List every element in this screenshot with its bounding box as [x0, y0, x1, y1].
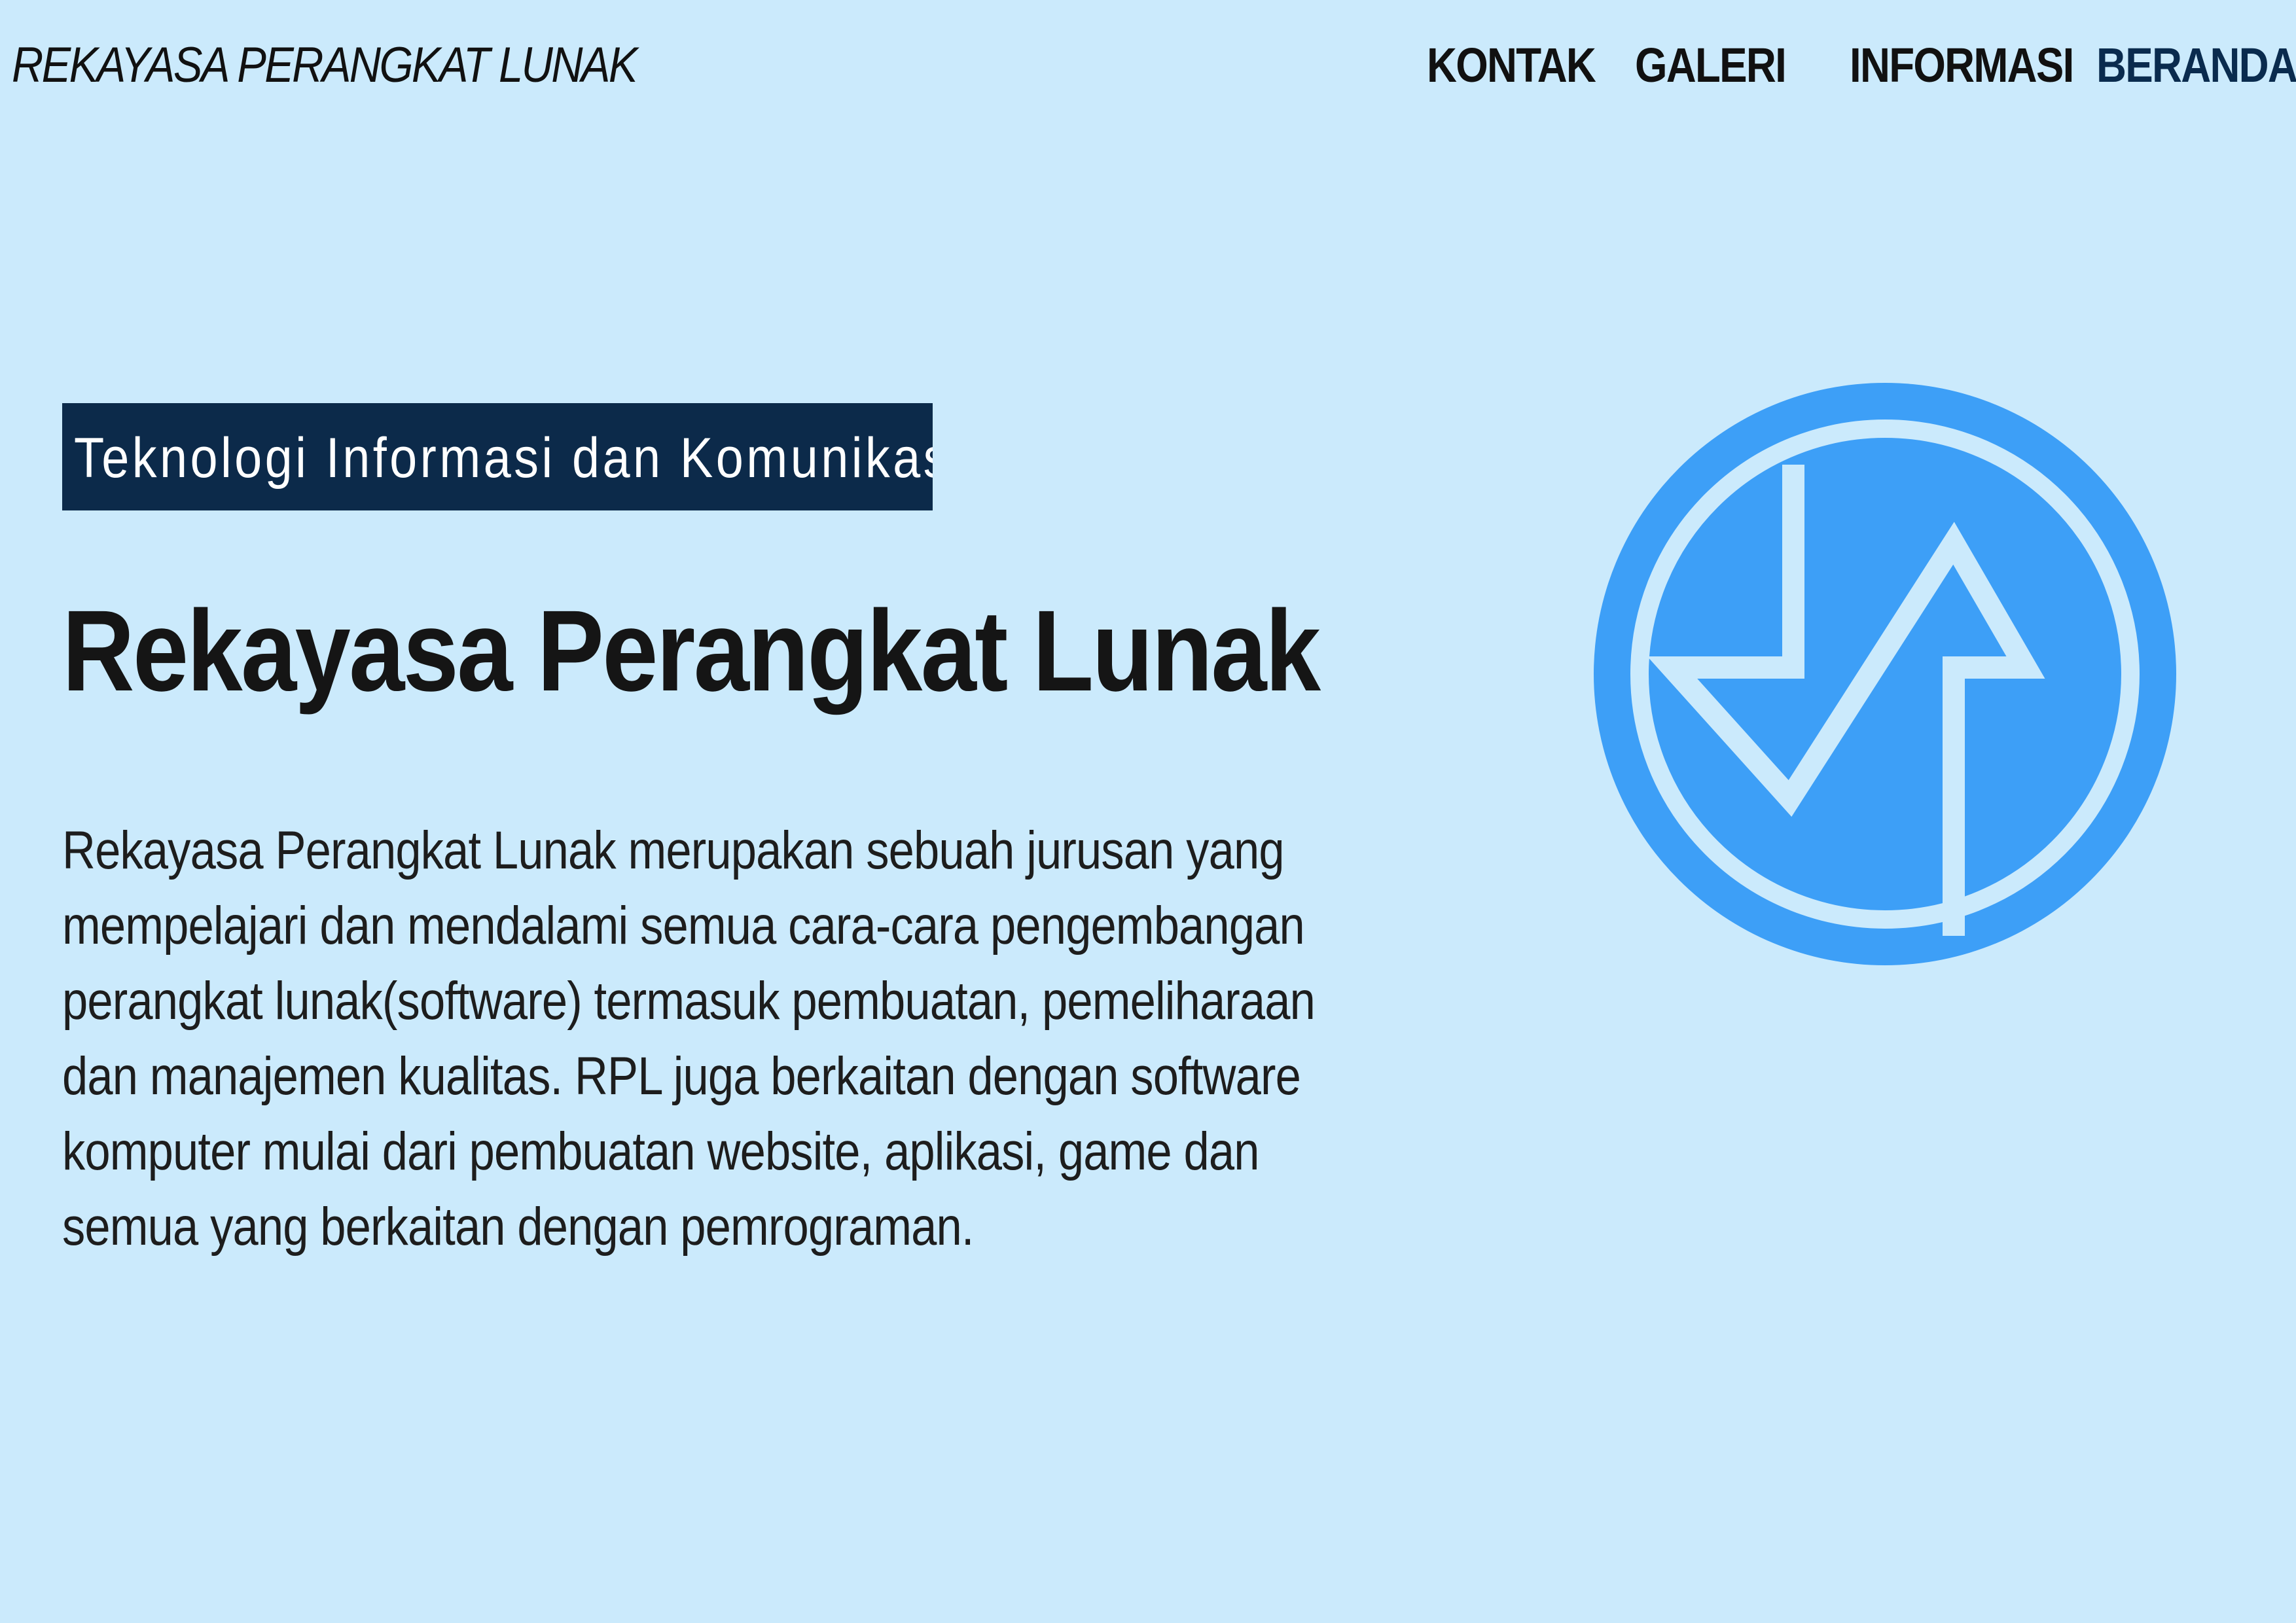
nav-informasi[interactable]: INFORMASI — [1850, 34, 2074, 97]
program-description: Rekayasa Perangkat Lunak merupakan sebua… — [62, 821, 1316, 1257]
nav-galeri[interactable]: GALERI — [1635, 34, 1787, 97]
category-badge-label: Teknologi Informasi dan Komunikasi — [74, 427, 933, 490]
main-navigation: KONTAK GALERI INFORMASI BERANDA — [1419, 34, 2296, 99]
category-badge: Teknologi Informasi dan Komunikasi — [62, 403, 933, 510]
nav-beranda[interactable]: BERANDA — [2096, 34, 2296, 97]
nav-kontak[interactable]: KONTAK — [1427, 34, 1596, 97]
page-title: Rekayasa Perangkat Lunak — [62, 587, 1321, 715]
rpl-arrows-circle-icon — [1594, 383, 2176, 965]
site-brand[interactable]: REKAYASA PERANGKAT LUNAK — [12, 34, 637, 97]
